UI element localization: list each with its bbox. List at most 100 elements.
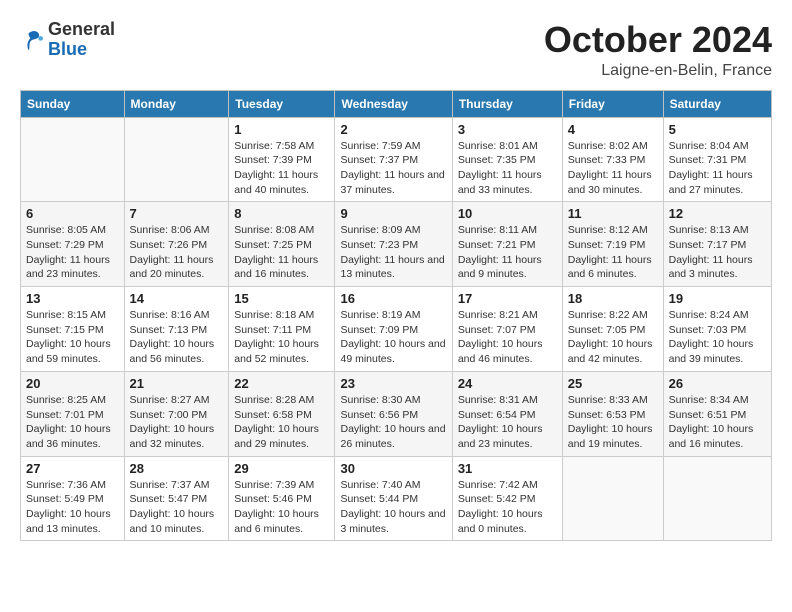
day-detail: Sunrise: 8:33 AM Sunset: 6:53 PM Dayligh…	[568, 393, 658, 452]
day-detail: Sunrise: 8:16 AM Sunset: 7:13 PM Dayligh…	[130, 308, 224, 367]
day-detail: Sunrise: 8:04 AM Sunset: 7:31 PM Dayligh…	[669, 139, 766, 198]
logo-general: General	[48, 19, 115, 39]
calendar-cell: 12Sunrise: 8:13 AM Sunset: 7:17 PM Dayli…	[663, 202, 771, 287]
title-block: October 2024 Laigne-en-Belin, France	[544, 20, 772, 80]
calendar-cell: 3 Sunrise: 8:01 AM Sunset: 7:35 PM Daylig…	[452, 117, 562, 202]
day-detail: Sunrise: 7:36 AM Sunset: 5:49 PM Dayligh…	[26, 478, 119, 537]
calendar-cell: 30 Sunrise: 7:40 AM Sunset: 5:44 PM Dayli…	[335, 456, 452, 541]
day-detail: Sunrise: 8:11 AM Sunset: 7:21 PM Dayligh…	[458, 223, 557, 282]
day-number: 8	[234, 206, 329, 221]
day-number: 25	[568, 376, 658, 391]
calendar-cell: 5 Sunrise: 8:04 AM Sunset: 7:31 PM Daylig…	[663, 117, 771, 202]
calendar-cell: 22 Sunrise: 8:28 AM Sunset: 6:58 PM Dayli…	[229, 371, 335, 456]
day-number: 2	[340, 122, 446, 137]
day-detail: Sunrise: 8:08 AM Sunset: 7:25 PM Dayligh…	[234, 223, 329, 282]
day-number: 23	[340, 376, 446, 391]
day-number: 7	[130, 206, 224, 221]
day-detail: Sunrise: 7:40 AM Sunset: 5:44 PM Dayligh…	[340, 478, 446, 537]
day-detail: Sunrise: 8:09 AM Sunset: 7:23 PM Dayligh…	[340, 223, 446, 282]
day-detail: Sunrise: 8:18 AM Sunset: 7:11 PM Dayligh…	[234, 308, 329, 367]
day-number: 4	[568, 122, 658, 137]
calendar-cell	[663, 456, 771, 541]
calendar-cell: 29 Sunrise: 7:39 AM Sunset: 5:46 PM Dayli…	[229, 456, 335, 541]
calendar-cell: 21 Sunrise: 8:27 AM Sunset: 7:00 PM Dayli…	[124, 371, 229, 456]
header-wednesday: Wednesday	[335, 90, 452, 117]
page-header: General Blue October 2024 Laigne-en-Beli…	[20, 20, 772, 80]
day-detail: Sunrise: 8:15 AM Sunset: 7:15 PM Dayligh…	[26, 308, 119, 367]
day-number: 18	[568, 291, 658, 306]
calendar-cell: 9 Sunrise: 8:09 AM Sunset: 7:23 PM Daylig…	[335, 202, 452, 287]
day-number: 27	[26, 461, 119, 476]
header-monday: Monday	[124, 90, 229, 117]
calendar-cell: 1 Sunrise: 7:58 AM Sunset: 7:39 PM Daylig…	[229, 117, 335, 202]
calendar-week-row: 1 Sunrise: 7:58 AM Sunset: 7:39 PM Daylig…	[21, 117, 772, 202]
day-detail: Sunrise: 8:27 AM Sunset: 7:00 PM Dayligh…	[130, 393, 224, 452]
day-number: 12	[669, 206, 766, 221]
header-friday: Friday	[562, 90, 663, 117]
day-number: 9	[340, 206, 446, 221]
calendar-cell: 31Sunrise: 7:42 AM Sunset: 5:42 PM Dayli…	[452, 456, 562, 541]
logo-text: General Blue	[48, 20, 115, 60]
day-detail: Sunrise: 8:21 AM Sunset: 7:07 PM Dayligh…	[458, 308, 557, 367]
day-number: 26	[669, 376, 766, 391]
day-number: 14	[130, 291, 224, 306]
calendar-cell	[124, 117, 229, 202]
calendar-cell	[21, 117, 125, 202]
calendar-cell: 13Sunrise: 8:15 AM Sunset: 7:15 PM Dayli…	[21, 287, 125, 372]
day-detail: Sunrise: 7:42 AM Sunset: 5:42 PM Dayligh…	[458, 478, 557, 537]
calendar-cell: 28 Sunrise: 7:37 AM Sunset: 5:47 PM Dayli…	[124, 456, 229, 541]
day-detail: Sunrise: 8:19 AM Sunset: 7:09 PM Dayligh…	[340, 308, 446, 367]
calendar-week-row: 20 Sunrise: 8:25 AM Sunset: 7:01 PM Dayli…	[21, 371, 772, 456]
day-number: 10	[458, 206, 557, 221]
calendar-cell: 15 Sunrise: 8:18 AM Sunset: 7:11 PM Dayli…	[229, 287, 335, 372]
day-detail: Sunrise: 8:06 AM Sunset: 7:26 PM Dayligh…	[130, 223, 224, 282]
day-number: 1	[234, 122, 329, 137]
day-number: 5	[669, 122, 766, 137]
day-number: 24	[458, 376, 557, 391]
day-number: 22	[234, 376, 329, 391]
calendar-cell: 17Sunrise: 8:21 AM Sunset: 7:07 PM Dayli…	[452, 287, 562, 372]
day-detail: Sunrise: 8:31 AM Sunset: 6:54 PM Dayligh…	[458, 393, 557, 452]
calendar-cell: 18 Sunrise: 8:22 AM Sunset: 7:05 PM Dayli…	[562, 287, 663, 372]
day-number: 15	[234, 291, 329, 306]
calendar-cell	[562, 456, 663, 541]
calendar-cell: 11Sunrise: 8:12 AM Sunset: 7:19 PM Dayli…	[562, 202, 663, 287]
day-number: 28	[130, 461, 224, 476]
calendar-cell: 23 Sunrise: 8:30 AM Sunset: 6:56 PM Dayli…	[335, 371, 452, 456]
calendar-header-row: SundayMondayTuesdayWednesdayThursdayFrid…	[21, 90, 772, 117]
calendar-cell: 7 Sunrise: 8:06 AM Sunset: 7:26 PM Daylig…	[124, 202, 229, 287]
day-detail: Sunrise: 7:37 AM Sunset: 5:47 PM Dayligh…	[130, 478, 224, 537]
day-detail: Sunrise: 8:24 AM Sunset: 7:03 PM Dayligh…	[669, 308, 766, 367]
day-number: 21	[130, 376, 224, 391]
day-number: 30	[340, 461, 446, 476]
calendar-cell: 8 Sunrise: 8:08 AM Sunset: 7:25 PM Daylig…	[229, 202, 335, 287]
calendar-cell: 4 Sunrise: 8:02 AM Sunset: 7:33 PM Daylig…	[562, 117, 663, 202]
day-detail: Sunrise: 7:39 AM Sunset: 5:46 PM Dayligh…	[234, 478, 329, 537]
day-detail: Sunrise: 8:28 AM Sunset: 6:58 PM Dayligh…	[234, 393, 329, 452]
header-sunday: Sunday	[21, 90, 125, 117]
day-detail: Sunrise: 8:30 AM Sunset: 6:56 PM Dayligh…	[340, 393, 446, 452]
day-detail: Sunrise: 8:05 AM Sunset: 7:29 PM Dayligh…	[26, 223, 119, 282]
calendar-cell: 10 Sunrise: 8:11 AM Sunset: 7:21 PM Dayli…	[452, 202, 562, 287]
day-detail: Sunrise: 8:22 AM Sunset: 7:05 PM Dayligh…	[568, 308, 658, 367]
calendar-week-row: 13Sunrise: 8:15 AM Sunset: 7:15 PM Dayli…	[21, 287, 772, 372]
calendar-cell: 26Sunrise: 8:34 AM Sunset: 6:51 PM Dayli…	[663, 371, 771, 456]
day-number: 19	[669, 291, 766, 306]
day-detail: Sunrise: 7:58 AM Sunset: 7:39 PM Dayligh…	[234, 139, 329, 198]
header-thursday: Thursday	[452, 90, 562, 117]
calendar-cell: 19 Sunrise: 8:24 AM Sunset: 7:03 PM Dayli…	[663, 287, 771, 372]
header-tuesday: Tuesday	[229, 90, 335, 117]
logo-blue: Blue	[48, 39, 87, 59]
calendar-cell: 20 Sunrise: 8:25 AM Sunset: 7:01 PM Dayli…	[21, 371, 125, 456]
day-number: 20	[26, 376, 119, 391]
day-detail: Sunrise: 8:02 AM Sunset: 7:33 PM Dayligh…	[568, 139, 658, 198]
logo: General Blue	[20, 20, 115, 60]
calendar-cell: 27 Sunrise: 7:36 AM Sunset: 5:49 PM Dayli…	[21, 456, 125, 541]
day-number: 16	[340, 291, 446, 306]
day-number: 11	[568, 206, 658, 221]
day-detail: Sunrise: 8:25 AM Sunset: 7:01 PM Dayligh…	[26, 393, 119, 452]
header-saturday: Saturday	[663, 90, 771, 117]
day-detail: Sunrise: 8:01 AM Sunset: 7:35 PM Dayligh…	[458, 139, 557, 198]
day-number: 29	[234, 461, 329, 476]
day-number: 3	[458, 122, 557, 137]
